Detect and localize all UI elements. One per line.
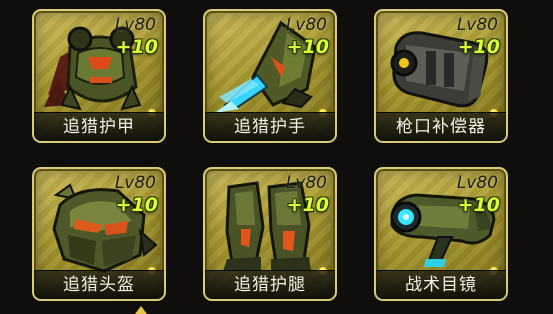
equipment-card-gauntlet[interactable]: Lv80 +10 追猎护手: [203, 9, 337, 143]
item-label-bar: 战术目镜: [376, 270, 506, 299]
item-level: Lv80: [456, 173, 498, 193]
equipment-card-muzzle[interactable]: Lv80 +10 枪口补偿器: [374, 9, 508, 143]
equipment-grid: Lv80 +10 追猎护甲 Lv80 +10 追猎护手 Lv80 +10 枪口补…: [0, 0, 553, 314]
item-level: Lv80: [285, 15, 327, 35]
item-level: Lv80: [114, 173, 156, 193]
item-level: Lv80: [114, 15, 156, 35]
equipment-card-scope[interactable]: Lv80 +10 战术目镜: [374, 167, 508, 301]
item-name: 战术目镜: [405, 275, 477, 295]
equipment-card-leg-guard[interactable]: Lv80 +10 追猎护腿: [203, 167, 337, 301]
item-name: 追猎护甲: [63, 117, 135, 137]
selection-indicator-arrow: [135, 306, 147, 314]
item-name: 追猎护腿: [234, 275, 306, 295]
enhance-bonus: +10: [457, 194, 500, 216]
item-name: 追猎护手: [234, 117, 306, 137]
enhance-bonus: +10: [115, 194, 158, 216]
equipment-card-armor[interactable]: Lv80 +10 追猎护甲: [32, 9, 166, 143]
item-name: 追猎头盔: [63, 275, 135, 295]
item-name: 枪口补偿器: [396, 117, 486, 137]
item-level: Lv80: [285, 173, 327, 193]
enhance-bonus: +10: [115, 36, 158, 58]
item-label-bar: 追猎护腿: [205, 270, 335, 299]
item-level: Lv80: [456, 15, 498, 35]
item-label-bar: 追猎头盔: [34, 270, 164, 299]
item-label-bar: 追猎护甲: [34, 112, 164, 141]
enhance-bonus: +10: [286, 194, 329, 216]
item-label-bar: 追猎护手: [205, 112, 335, 141]
enhance-bonus: +10: [457, 36, 500, 58]
equipment-card-helmet[interactable]: Lv80 +10 追猎头盔: [32, 167, 166, 301]
enhance-bonus: +10: [286, 36, 329, 58]
item-label-bar: 枪口补偿器: [376, 112, 506, 141]
